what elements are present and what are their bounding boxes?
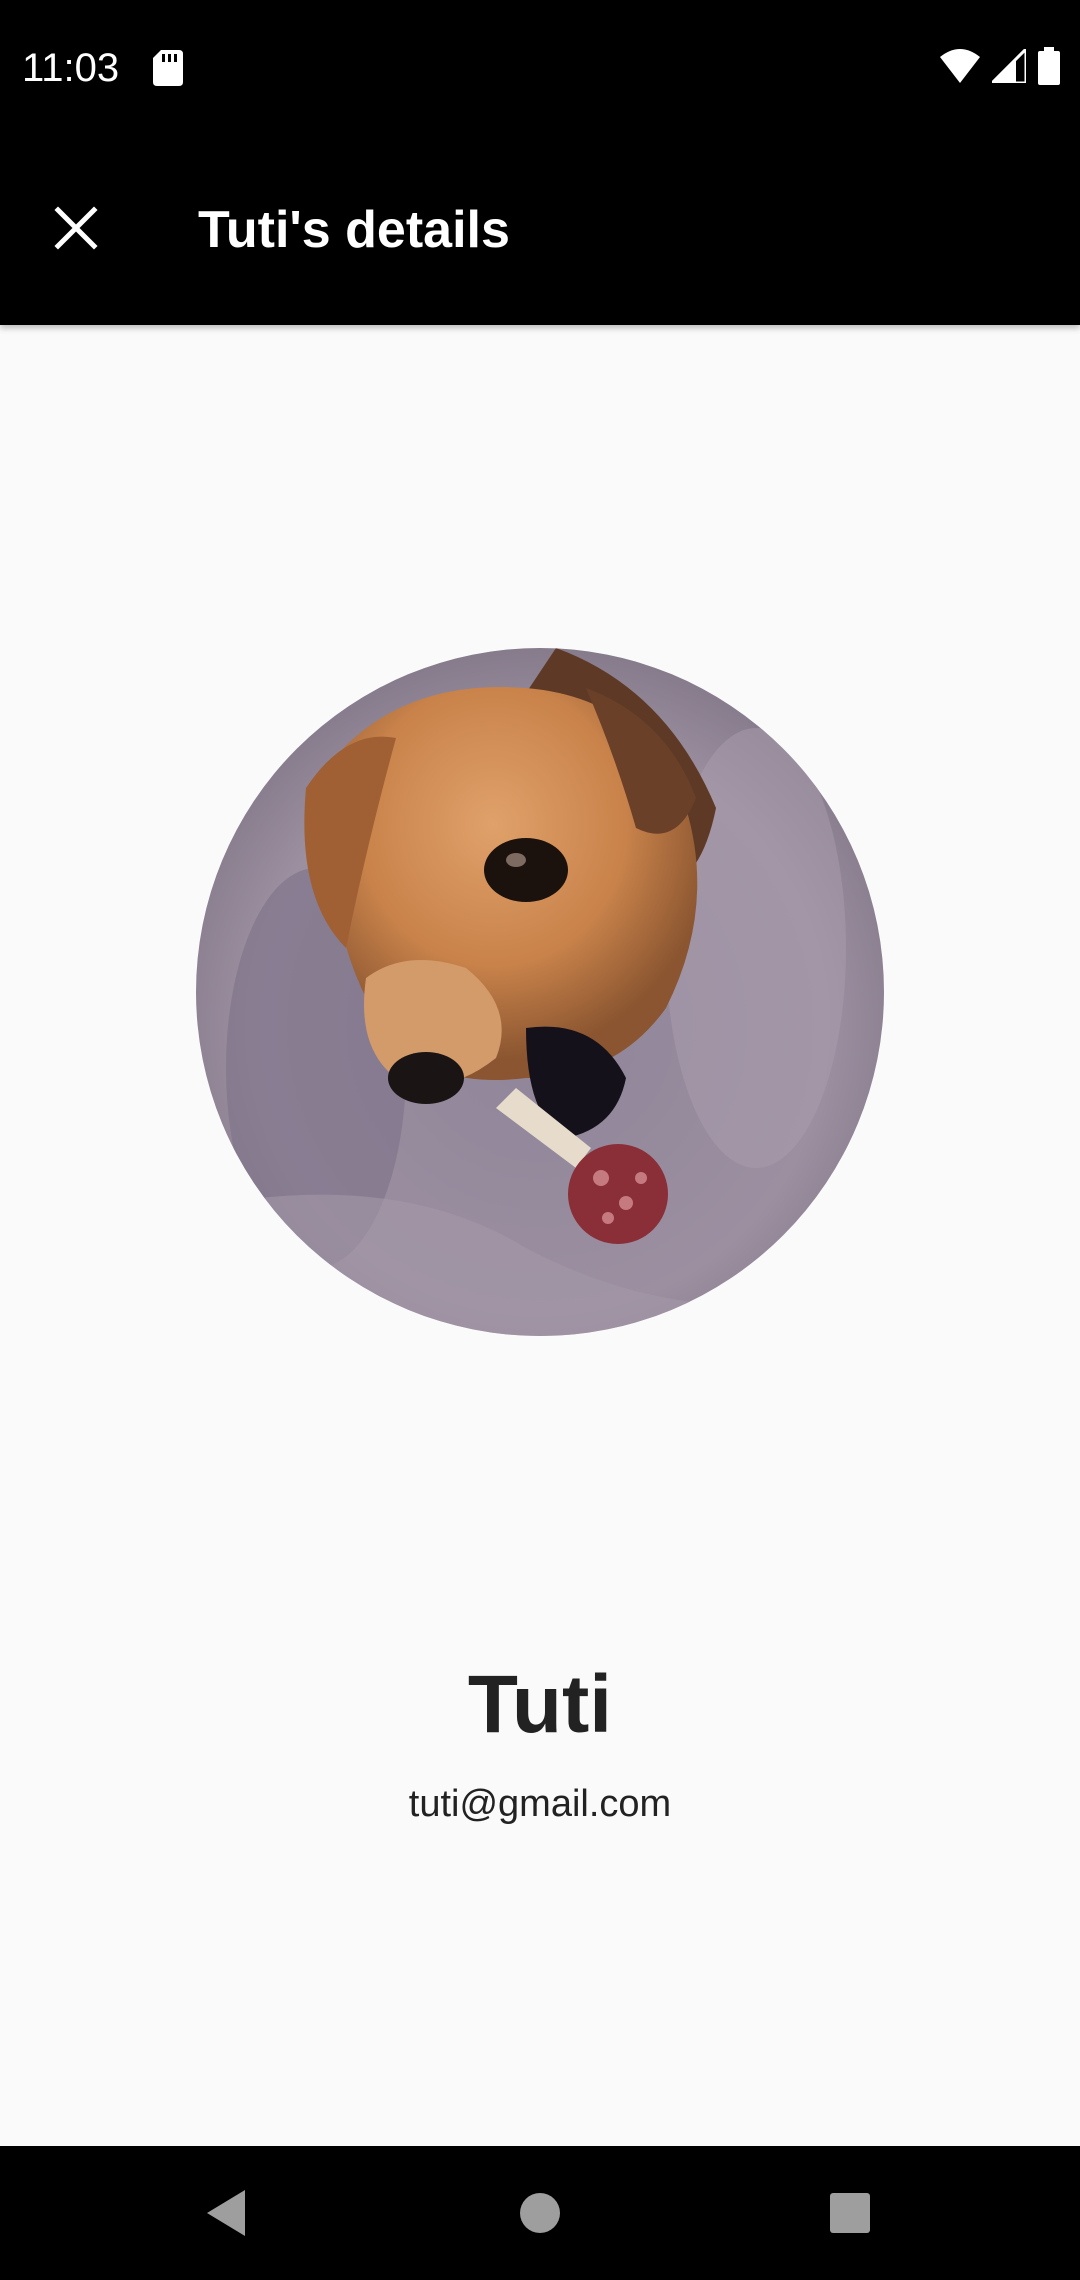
status-icons bbox=[940, 44, 1060, 90]
home-button[interactable] bbox=[495, 2170, 585, 2260]
profile-name: Tuti bbox=[467, 1659, 613, 1750]
recents-icon bbox=[828, 2191, 872, 2240]
nav-bar bbox=[0, 2146, 1080, 2280]
profile-email: tuti@gmail.com bbox=[408, 1783, 672, 1825]
recents-button[interactable] bbox=[805, 2170, 895, 2260]
battery-icon bbox=[1038, 46, 1060, 90]
close-icon bbox=[54, 205, 98, 255]
sd-card-icon bbox=[153, 50, 183, 86]
wifi-icon bbox=[940, 48, 980, 88]
cell-signal-icon bbox=[988, 44, 1028, 88]
status-time: 11:03 bbox=[22, 46, 120, 90]
status-bar: 11:03 bbox=[0, 0, 1080, 135]
page-title: Tuti's details bbox=[198, 201, 510, 259]
back-icon bbox=[203, 2188, 247, 2243]
close-button[interactable] bbox=[36, 185, 116, 275]
app-bar: Tuti's details bbox=[0, 135, 1080, 325]
avatar bbox=[196, 648, 884, 1336]
home-icon bbox=[518, 2191, 562, 2240]
screen: 11:03 Tuti's details Tuti tuti@gmail.com bbox=[0, 0, 1080, 2280]
back-button[interactable] bbox=[180, 2170, 270, 2260]
